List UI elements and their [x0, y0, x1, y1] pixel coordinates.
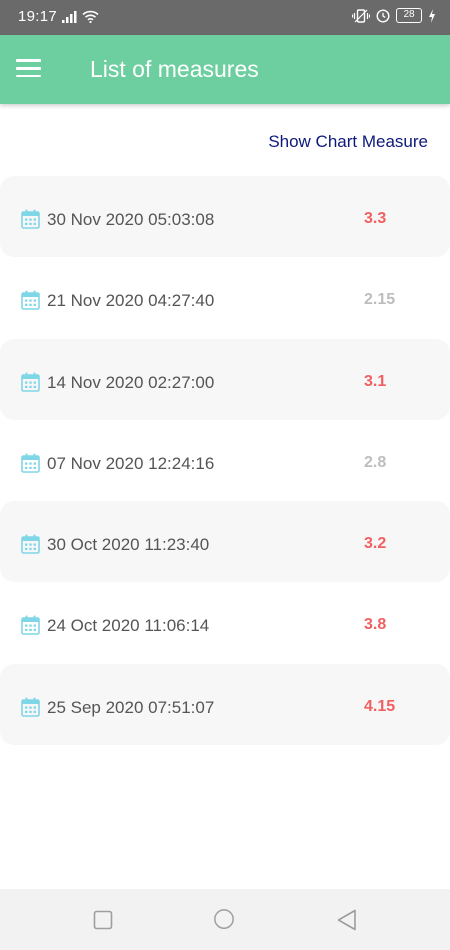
measure-value: 2.15: [364, 291, 396, 309]
list-item[interactable]: 14 Nov 2020 02:27:00 3.1: [0, 338, 450, 420]
list-item[interactable]: 24 Oct 2020 11:06:14 3.8: [0, 582, 450, 663]
measure-date: 07 Nov 2020 12:24:16: [47, 453, 215, 473]
calendar-icon: [21, 290, 40, 311]
measure-value: 3.2: [364, 535, 387, 553]
list-item[interactable]: 30 Oct 2020 11:23:40 3.2: [0, 501, 450, 583]
measure-value: 3.8: [364, 616, 387, 634]
charging-icon: [429, 8, 435, 23]
measure-value: 2.8: [364, 453, 387, 471]
status-bar: 19:17 28: [0, 0, 450, 35]
measure-date: 30 Oct 2020 11:23:40: [47, 535, 210, 555]
wifi-icon: [82, 10, 99, 23]
status-time: 19:17: [18, 8, 58, 25]
measure-date: 14 Nov 2020 02:27:00: [47, 372, 215, 392]
list-item[interactable]: 21 Nov 2020 04:27:40 2.15: [0, 257, 450, 338]
status-left-icons: [62, 10, 99, 23]
calendar-icon: [21, 453, 40, 473]
measure-list: 30 Nov 2020 05:03:08 3.3 21 Nov 2020 04:…: [0, 176, 450, 746]
measure-date: 25 Sep 2020 07:51:07: [47, 697, 215, 717]
list-item[interactable]: 25 Sep 2020 07:51:07 4.15: [0, 663, 450, 746]
calendar-icon: [21, 372, 40, 392]
app-bar: List of measures: [0, 35, 450, 104]
show-chart-measure-link[interactable]: Show Chart Measure: [268, 132, 428, 152]
calendar-icon: [21, 697, 40, 717]
measure-value: 3.1: [364, 372, 387, 390]
list-item[interactable]: 07 Nov 2020 12:24:16 2.8: [0, 420, 450, 501]
measure-date: 24 Oct 2020 11:06:14: [47, 616, 210, 636]
page-title: List of measures: [90, 56, 259, 82]
measure-value: 4.15: [364, 697, 396, 715]
list-item[interactable]: 30 Nov 2020 05:03:08 3.3: [0, 176, 450, 258]
signal-icon: [62, 11, 77, 23]
calendar-icon: [21, 534, 40, 554]
measure-date: 30 Nov 2020 05:03:08: [47, 210, 215, 229]
calendar-icon: [21, 209, 40, 229]
battery-icon: 28: [396, 8, 422, 23]
measure-value: 3.3: [364, 210, 387, 227]
status-right-icons: 28: [352, 8, 436, 23]
alarm-icon: [376, 8, 390, 23]
back-triangle-icon[interactable]: [336, 909, 358, 931]
vibrate-icon: [352, 8, 370, 23]
system-nav-bar: [0, 889, 450, 950]
hamburger-menu-icon[interactable]: [16, 59, 41, 79]
measure-date: 21 Nov 2020 04:27:40: [47, 291, 215, 311]
home-circle-icon[interactable]: [213, 909, 235, 931]
calendar-icon: [21, 615, 40, 636]
recents-square-icon[interactable]: [92, 909, 114, 931]
